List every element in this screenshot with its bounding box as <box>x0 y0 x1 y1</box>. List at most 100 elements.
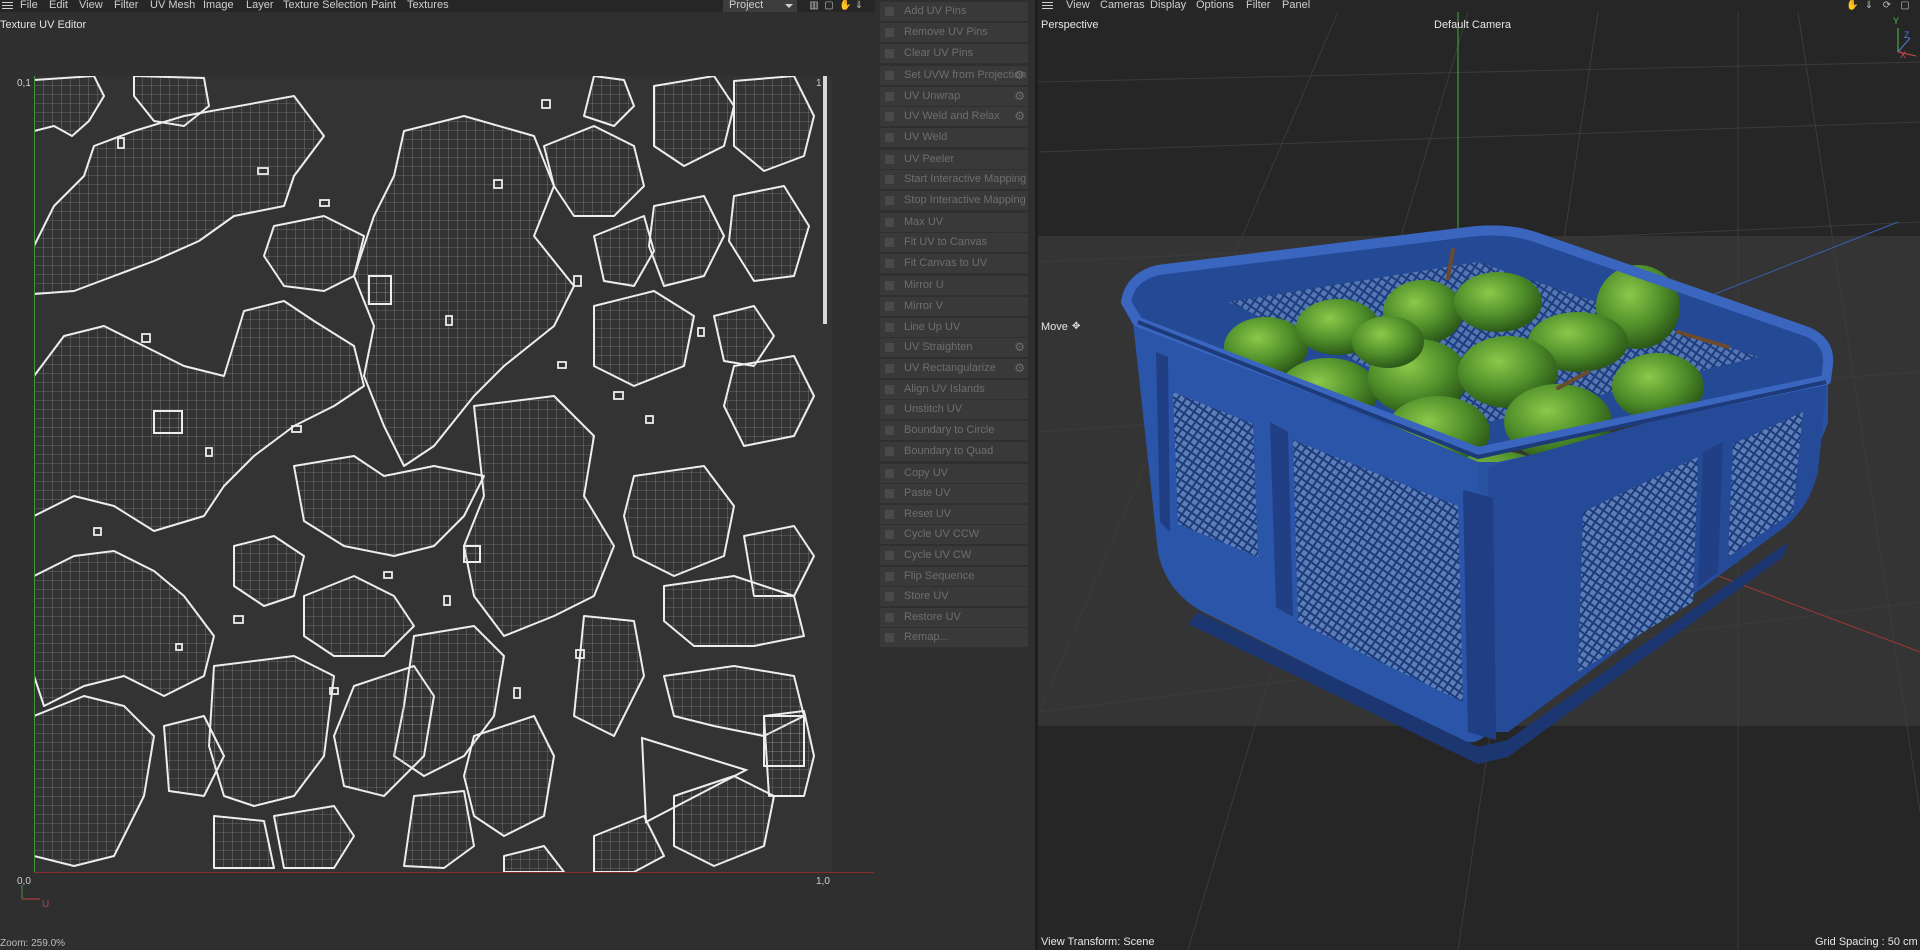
menu-layer[interactable]: Layer <box>246 0 274 11</box>
command-icon <box>885 469 894 478</box>
command-fit-uv-to-canvas[interactable]: Fit UV to Canvas <box>880 233 1028 252</box>
command-add-uv-pins[interactable]: Add UV Pins <box>880 2 1028 21</box>
command-restore-uv[interactable]: Restore UV <box>880 608 1028 627</box>
project-select[interactable]: Project <box>723 0 797 12</box>
command-uv-weld-and-relax[interactable]: UV Weld and Relax ⚙ <box>880 107 1028 126</box>
command-icon <box>885 572 894 581</box>
vp-menu-display[interactable]: Display <box>1150 0 1186 11</box>
command-mirror-u[interactable]: Mirror U <box>880 276 1028 295</box>
menu-texture-selection[interactable]: Texture Selection <box>283 0 367 11</box>
maximize-icon[interactable]: ▢ <box>1900 1 1910 11</box>
uv-island <box>233 535 305 607</box>
command-cycle-uv-cw[interactable]: Cycle UV CW <box>880 546 1028 565</box>
command-flip-sequence[interactable]: Flip Sequence <box>880 567 1028 586</box>
command-icon <box>885 323 894 332</box>
uv-island <box>463 715 555 837</box>
uv-island <box>333 665 435 797</box>
layout-icon[interactable]: ▥ <box>809 1 819 11</box>
command-stop-interactive-mapping[interactable]: Stop Interactive Mapping <box>880 191 1028 210</box>
command-label: UV Rectangularize <box>904 362 996 374</box>
command-fit-canvas-to-uv[interactable]: Fit Canvas to UV <box>880 254 1028 273</box>
command-start-interactive-mapping[interactable]: Start Interactive Mapping <box>880 170 1028 189</box>
tool-name: Move <box>1041 321 1068 333</box>
uv-small-island <box>93 527 102 536</box>
command-label: UV Straighten <box>904 341 973 353</box>
rotate-icon[interactable]: ⟳ <box>1882 1 1892 11</box>
menu-textures[interactable]: Textures <box>407 0 449 11</box>
uv-canvas[interactable] <box>33 75 832 873</box>
lock-icon[interactable]: ▢ <box>824 1 834 11</box>
uv-island <box>263 215 365 292</box>
command-set-uvw-from-projection[interactable]: Set UVW from Projection ⚙ <box>880 66 1028 85</box>
uv-v-axis <box>34 76 35 872</box>
command-label: Fit Canvas to UV <box>904 257 988 269</box>
command-copy-uv[interactable]: Copy UV <box>880 464 1028 483</box>
command-label: UV Peeler <box>904 153 955 165</box>
move-down-icon[interactable]: ⇓ <box>854 1 864 11</box>
command-boundary-to-circle[interactable]: Boundary to Circle <box>880 421 1028 440</box>
hamburger-icon[interactable] <box>2 2 13 11</box>
hamburger-icon[interactable] <box>1042 2 1053 11</box>
vp-menu-cameras[interactable]: Cameras <box>1100 0 1145 11</box>
camera-name[interactable]: Default Camera <box>1434 19 1511 31</box>
command-uv-unwrap[interactable]: UV Unwrap ⚙ <box>880 87 1028 106</box>
command-store-uv[interactable]: Store UV <box>880 587 1028 606</box>
command-label: Mirror V <box>904 300 944 312</box>
command-cycle-uv-ccw[interactable]: Cycle UV CCW <box>880 525 1028 544</box>
vp-menu-options[interactable]: Options <box>1196 0 1234 11</box>
uv-island <box>403 790 475 869</box>
gear-icon[interactable]: ⚙ <box>1014 338 1025 357</box>
gear-icon[interactable]: ⚙ <box>1014 107 1025 126</box>
command-paste-uv[interactable]: Paste UV <box>880 484 1028 503</box>
uv-small-island <box>383 571 393 579</box>
command-remove-uv-pins[interactable]: Remove UV Pins <box>880 23 1028 42</box>
menu-paint[interactable]: Paint <box>371 0 396 11</box>
command-unstitch-uv[interactable]: Unstitch UV <box>880 400 1028 419</box>
vp-menu-view[interactable]: View <box>1066 0 1090 11</box>
command-boundary-to-quad[interactable]: Boundary to Quad <box>880 442 1028 461</box>
gear-icon[interactable]: ⚙ <box>1014 87 1025 106</box>
command-uv-weld[interactable]: UV Weld <box>880 128 1028 147</box>
uv-small-island <box>233 615 244 624</box>
command-reset-uv[interactable]: Reset UV <box>880 505 1028 524</box>
command-line-up-uv[interactable]: Line Up UV <box>880 318 1028 337</box>
uv-small-island <box>291 425 302 433</box>
command-label: Cycle UV CW <box>904 549 972 561</box>
gear-icon[interactable]: ⚙ <box>1014 359 1025 378</box>
move-down-icon[interactable]: ⇓ <box>1864 1 1874 11</box>
uv-small-island <box>557 361 567 369</box>
command-align-uv-islands[interactable]: Align UV Islands <box>880 380 1028 399</box>
uv-small-island <box>645 415 654 424</box>
command-mirror-v[interactable]: Mirror V <box>880 297 1028 316</box>
uv-island <box>583 75 635 127</box>
menu-uv-mesh[interactable]: UV Mesh <box>150 0 195 11</box>
command-icon <box>885 92 894 101</box>
command-uv-rectangularize[interactable]: UV Rectangularize ⚙ <box>880 359 1028 378</box>
command-uv-peeler[interactable]: UV Peeler <box>880 150 1028 169</box>
vp-menu-panel[interactable]: Panel <box>1282 0 1310 11</box>
menu-edit[interactable]: Edit <box>49 0 68 11</box>
vp-menu-filter[interactable]: Filter <box>1246 0 1270 11</box>
command-label: UV Weld <box>904 131 948 143</box>
command-uv-straighten[interactable]: UV Straighten ⚙ <box>880 338 1028 357</box>
gear-icon[interactable]: ⚙ <box>1014 66 1025 85</box>
command-remap[interactable]: Remap... <box>880 628 1028 647</box>
command-icon <box>885 238 894 247</box>
3d-viewport[interactable]: View Cameras Display Options Filter Pane… <box>1038 0 1920 950</box>
command-icon <box>885 489 894 498</box>
hand-pan-icon[interactable]: ✋ <box>1846 1 1858 11</box>
uv-island <box>763 715 805 767</box>
command-icon <box>885 133 894 142</box>
project-select-value: Project <box>729 0 764 11</box>
menu-image[interactable]: Image <box>203 0 234 11</box>
command-clear-uv-pins[interactable]: Clear UV Pins <box>880 44 1028 63</box>
menu-view[interactable]: View <box>79 0 103 11</box>
hand-pan-icon[interactable]: ✋ <box>839 1 851 11</box>
menu-filter[interactable]: Filter <box>114 0 138 11</box>
command-label: UV Weld and Relax <box>904 110 1000 122</box>
uv-island <box>723 355 815 447</box>
uv-scrollbar[interactable] <box>823 76 827 324</box>
menu-file[interactable]: File <box>20 0 38 11</box>
command-icon <box>885 155 894 164</box>
command-max-uv[interactable]: Max UV <box>880 213 1028 232</box>
